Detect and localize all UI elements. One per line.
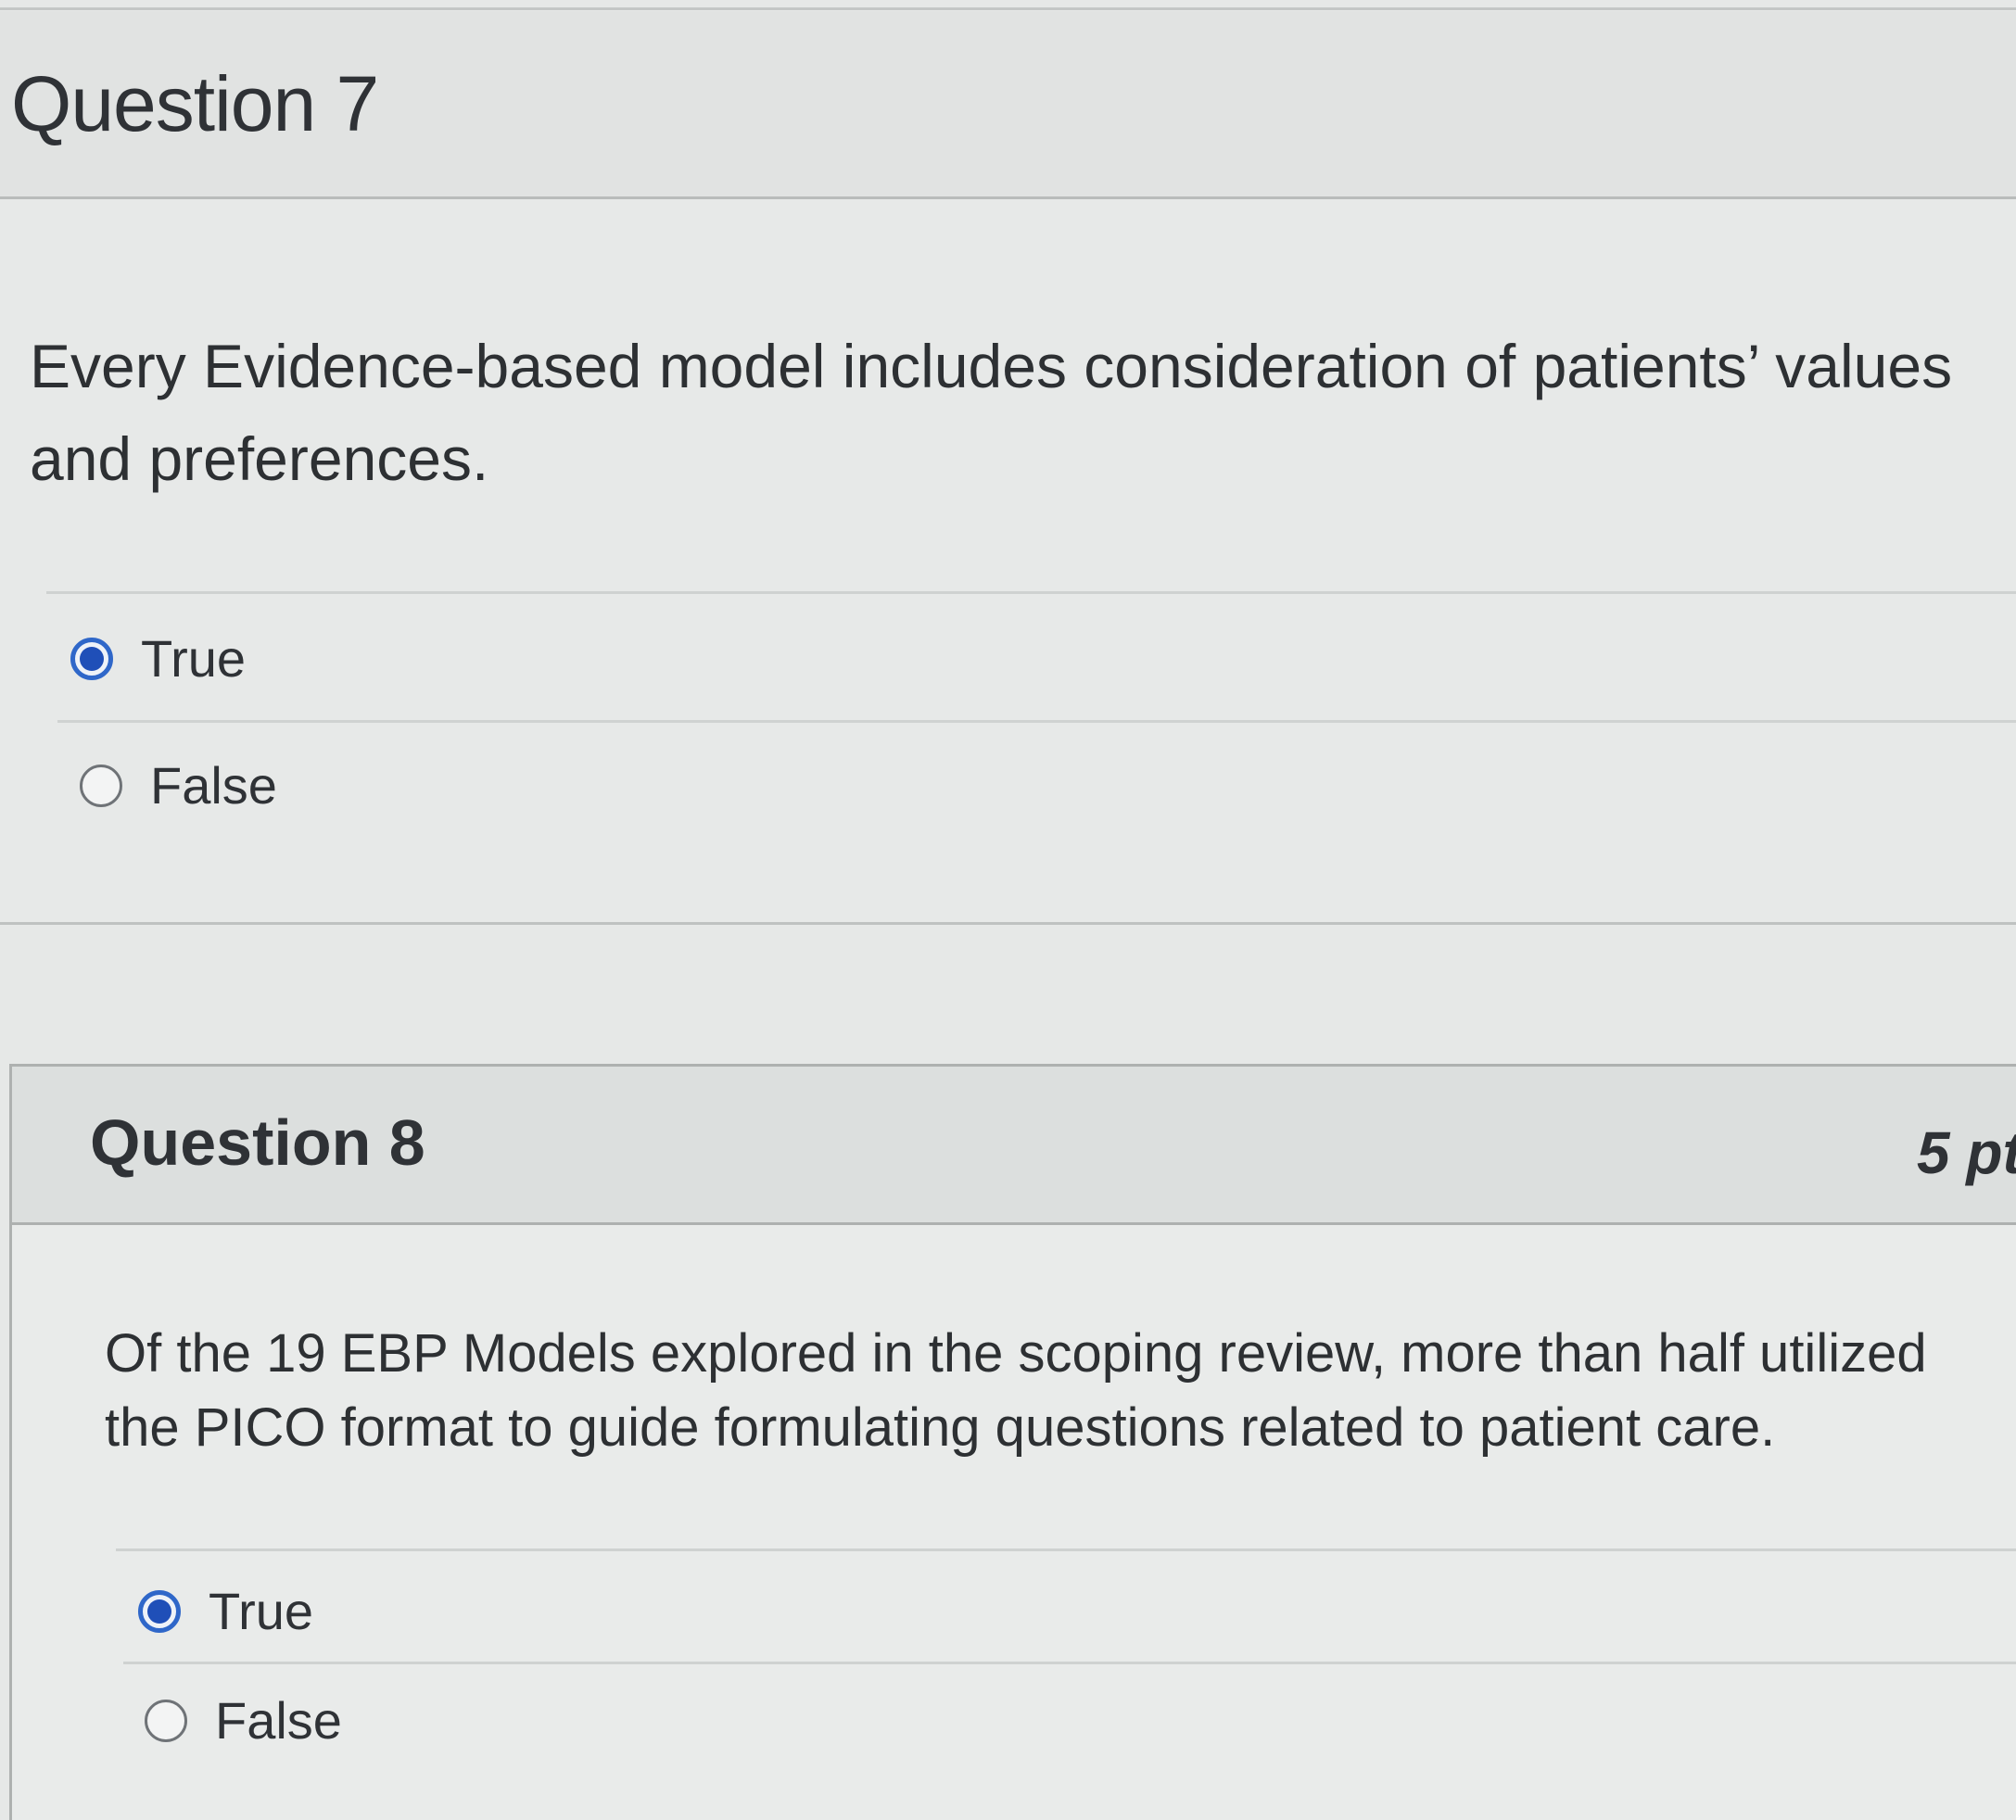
answers-top-divider (46, 591, 2016, 594)
answers-top-divider (116, 1548, 2016, 1551)
question-7-title: Question 7 (11, 60, 379, 147)
answer-divider (123, 1662, 2016, 1664)
answer-label: False (215, 1691, 342, 1750)
answer-true-q8[interactable]: True (138, 1581, 313, 1641)
radio-unselected-icon[interactable] (80, 764, 122, 807)
question-8-box: Question 8 5 pt Of the 19 EBP Models exp… (9, 1064, 2016, 1820)
question-8-header: Question 8 5 pt (12, 1067, 2016, 1225)
answer-false-q7[interactable]: False (80, 755, 277, 815)
question-8-points: 5 pt (1917, 1119, 2016, 1186)
answer-label: True (141, 629, 247, 688)
answer-true-q7[interactable]: True (70, 628, 246, 689)
radio-unselected-icon[interactable] (145, 1699, 187, 1742)
answer-label: False (150, 756, 277, 815)
question-7-body: Every Evidence-based model includes cons… (0, 199, 2016, 925)
radio-selected-icon[interactable] (70, 637, 113, 680)
question-8-title: Question 8 (90, 1106, 425, 1179)
answer-false-q8[interactable]: False (145, 1690, 342, 1750)
answer-divider (57, 720, 2016, 723)
question-7-text: Every Evidence-based model includes cons… (30, 332, 1953, 493)
answer-label: True (209, 1582, 314, 1640)
question-8-text: Of the 19 EBP Models explored in the sco… (105, 1323, 1927, 1458)
question-7-header: Question 7 (0, 11, 2016, 199)
radio-selected-icon[interactable] (138, 1589, 181, 1633)
top-divider (0, 7, 2016, 10)
